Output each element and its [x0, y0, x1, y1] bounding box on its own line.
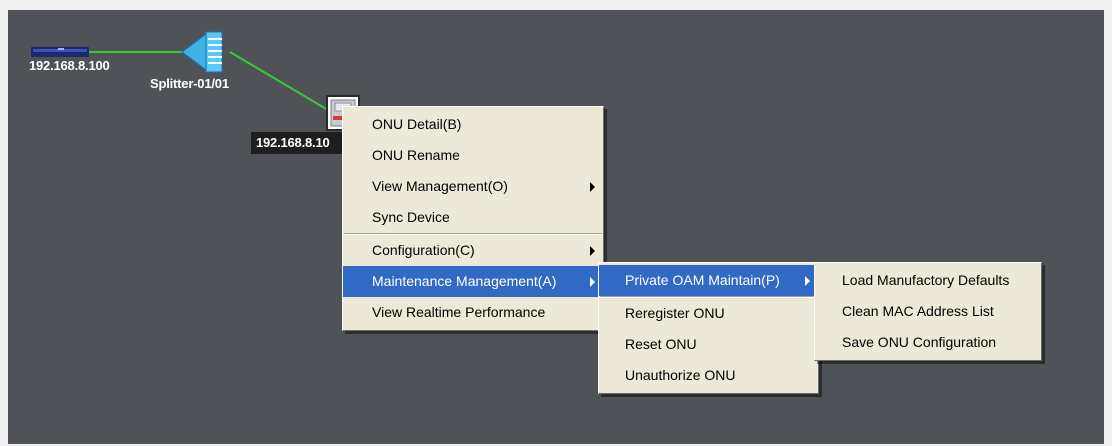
menu-item-label: View Realtime Performance [372, 304, 546, 320]
menu-item-reregister-onu[interactable]: Reregister ONU [599, 298, 818, 329]
submenu-arrow-icon [590, 246, 595, 256]
olt-device-icon[interactable] [31, 45, 89, 59]
oam-submenu: Load Manufactory Defaults Clean MAC Addr… [814, 262, 1042, 361]
menu-item-view-realtime-performance[interactable]: View Realtime Performance [343, 297, 603, 328]
olt-label[interactable]: 192.168.8.100 [29, 58, 110, 73]
menu-item-label: Clean MAC Address List [842, 303, 994, 319]
menu-item-label: Reset ONU [625, 336, 697, 352]
menu-item-view-management[interactable]: View Management(O) [343, 171, 603, 202]
splitter-label[interactable]: Splitter-01/01 [150, 76, 229, 91]
menu-item-maintenance-management[interactable]: Maintenance Management(A) [343, 266, 603, 297]
menu-item-onu-detail[interactable]: ONU Detail(B) [343, 109, 603, 140]
maintenance-submenu: Private OAM Maintain(P) Reregister ONU R… [598, 262, 819, 394]
menu-item-label: Private OAM Maintain(P) [625, 272, 780, 288]
onu-context-menu: ONU Detail(B) ONU Rename View Management… [342, 106, 604, 331]
submenu-arrow-icon [805, 276, 810, 286]
menu-item-label: Sync Device [372, 209, 450, 225]
menu-item-save-onu-configuration[interactable]: Save ONU Configuration [815, 327, 1041, 358]
menu-item-private-oam-maintain[interactable]: Private OAM Maintain(P) [599, 265, 818, 296]
menu-item-reset-onu[interactable]: Reset ONU [599, 329, 818, 360]
menu-item-label: Reregister ONU [625, 305, 725, 321]
menu-item-label: Configuration(C) [372, 242, 475, 258]
submenu-arrow-icon [590, 277, 595, 287]
menu-item-load-manufactory-defaults[interactable]: Load Manufactory Defaults [815, 265, 1041, 296]
splitter-onu-link [229, 51, 329, 111]
menu-item-configuration[interactable]: Configuration(C) [343, 235, 603, 266]
menu-item-clean-mac-address-list[interactable]: Clean MAC Address List [815, 296, 1041, 327]
menu-item-unauthorize-onu[interactable]: Unauthorize ONU [599, 360, 818, 391]
menu-item-onu-rename[interactable]: ONU Rename [343, 140, 603, 171]
menu-item-label: Load Manufactory Defaults [842, 272, 1010, 288]
menu-item-label: Save ONU Configuration [842, 334, 997, 350]
menu-item-label: Unauthorize ONU [625, 367, 736, 383]
menu-item-label: View Management(O) [372, 178, 508, 194]
menu-item-label: ONU Rename [372, 147, 460, 163]
onu-label[interactable]: 192.168.8.10 [256, 135, 330, 150]
menu-item-label: Maintenance Management(A) [372, 273, 557, 289]
menu-item-label: ONU Detail(B) [372, 116, 462, 132]
splitter-icon[interactable] [180, 28, 232, 74]
submenu-arrow-icon [590, 182, 595, 192]
menu-item-sync-device[interactable]: Sync Device [343, 202, 603, 233]
